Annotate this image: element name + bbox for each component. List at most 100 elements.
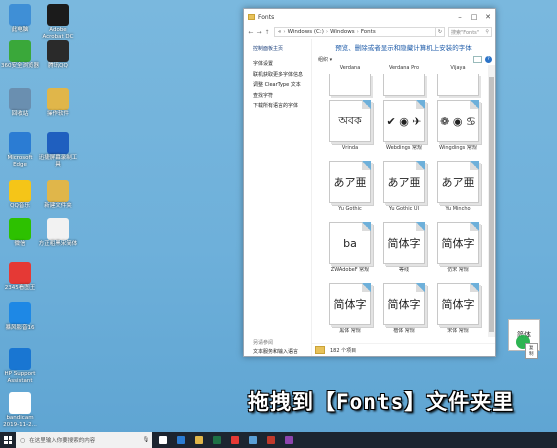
font-file-item[interactable]: 简体字 楷体 常规 bbox=[377, 283, 431, 337]
edge-icon bbox=[9, 132, 31, 154]
control-panel-home-link[interactable]: 控制面板主页 bbox=[253, 45, 311, 52]
vertical-scrollbar[interactable] bbox=[488, 65, 495, 337]
font-file-icon: 简体字 bbox=[383, 222, 425, 264]
font-file-item[interactable]: あア亜 Yu Gothic bbox=[323, 161, 377, 218]
file-explorer-icon[interactable] bbox=[192, 432, 206, 448]
maximize-button[interactable]: □ bbox=[467, 9, 481, 25]
font-file-item[interactable]: ❁ ◉ ♋ Wingdings 常规 bbox=[431, 100, 485, 157]
scrollbar-thumb[interactable] bbox=[489, 77, 494, 332]
font-name: 楷体 常规 bbox=[393, 328, 415, 334]
font-file-item[interactable]: ba ZWAdobeF 常规 bbox=[323, 222, 377, 279]
address-field[interactable]: « › Windows (C:) › Windows › Fonts bbox=[274, 27, 436, 37]
windows-logo-icon bbox=[4, 436, 12, 444]
font-sample: 简体字 bbox=[441, 298, 475, 311]
font-settings-link[interactable]: 字体设置 bbox=[253, 60, 311, 67]
font-file-icon: あア亜 bbox=[329, 161, 371, 203]
title-bar[interactable]: Fonts – □ ✕ bbox=[244, 9, 495, 25]
desktop-shortcut[interactable]: 回收站 bbox=[0, 88, 40, 118]
microphone-icon[interactable]: 🎙 bbox=[140, 437, 152, 443]
recycle-bin-icon bbox=[9, 88, 31, 110]
desktop-shortcut[interactable]: 操作软件 bbox=[38, 88, 78, 118]
folder-icon bbox=[47, 88, 69, 110]
desktop-shortcut[interactable]: 迅捷屏幕录制工具 bbox=[38, 132, 78, 169]
minimize-button[interactable]: – bbox=[453, 9, 467, 25]
desktop-shortcut[interactable]: 2345看图王 bbox=[0, 262, 40, 292]
font-file-item[interactable] bbox=[323, 74, 377, 96]
organize-menu-button[interactable]: 组织 ▾ bbox=[318, 56, 332, 63]
search-input[interactable]: 搜索"Fonts" ⚲ bbox=[448, 27, 492, 37]
refresh-icon[interactable]: ↻ bbox=[436, 27, 445, 37]
desktop-shortcut[interactable]: 方正粗黑宋简体 bbox=[38, 218, 78, 248]
font-file-icon: ba bbox=[329, 222, 371, 264]
excel-icon[interactable] bbox=[210, 432, 224, 448]
find-character-link[interactable]: 查找字符 bbox=[253, 92, 311, 99]
font-file-item[interactable] bbox=[377, 74, 431, 96]
desktop-shortcut-label: Microsoft Edge bbox=[7, 155, 33, 168]
taskbar-search-box[interactable]: ○ 在这里输入你要搜索的内容 🎙 bbox=[16, 432, 152, 448]
font-file-icon: あア亜 bbox=[437, 161, 479, 203]
desktop-shortcut[interactable]: HP Support Assistant bbox=[0, 348, 40, 385]
font-name: Yu Gothic bbox=[338, 206, 362, 212]
up-arrow-icon[interactable]: ↑ bbox=[263, 29, 271, 36]
desktop-shortcut[interactable]: 腾讯QQ bbox=[38, 40, 78, 70]
font-file-item[interactable]: ✔ ◉ ✈ Webdings 常规 bbox=[377, 100, 431, 157]
desktop-shortcut[interactable]: Adobe Acrobat DC bbox=[38, 4, 78, 41]
font-file-item[interactable] bbox=[431, 74, 485, 96]
font-label[interactable]: Verdana bbox=[323, 65, 377, 74]
font-name: 宋体 常规 bbox=[447, 328, 469, 334]
acrobat-icon bbox=[47, 4, 69, 26]
breadcrumb-fonts[interactable]: Fonts bbox=[361, 29, 376, 35]
app-icon[interactable] bbox=[264, 432, 278, 448]
font-name: Yu Mincho bbox=[445, 206, 471, 212]
font-file-item[interactable]: 简体字 仿宋 常规 bbox=[431, 222, 485, 279]
store-icon[interactable] bbox=[246, 432, 260, 448]
font-name: ZWAdobeF 常规 bbox=[330, 267, 370, 273]
status-bar: 182 个项目 bbox=[312, 343, 495, 356]
start-button[interactable] bbox=[0, 432, 16, 448]
font-sample: あア亜 bbox=[441, 176, 475, 189]
desktop-shortcut-label: 腾讯QQ bbox=[48, 63, 68, 69]
font-file-icon: অবক bbox=[329, 100, 371, 142]
app-icon[interactable] bbox=[282, 432, 296, 448]
desktop-shortcut[interactable]: bandicam 2019-11-2... bbox=[0, 392, 40, 429]
online-font-info-link[interactable]: 联机获取更多字体信息 bbox=[253, 71, 311, 78]
font-file-item[interactable]: 简体字 黑体 常规 bbox=[323, 283, 377, 337]
edge-icon[interactable] bbox=[174, 432, 188, 448]
desktop-shortcut[interactable]: 暴风影音16 bbox=[0, 302, 40, 332]
desktop-shortcut[interactable]: 新建文件夹 bbox=[38, 180, 78, 210]
font-file-item[interactable]: 简体字 宋体 常规 bbox=[431, 283, 485, 337]
desktop-shortcut-label: 此电脑 bbox=[11, 27, 29, 33]
font-name: Webdings 常规 bbox=[385, 145, 422, 151]
recorder-icon[interactable] bbox=[228, 432, 242, 448]
font-file-item[interactable]: অবক Vrinda bbox=[323, 100, 377, 157]
desktop-shortcut-label: bandicam 2019-11-2... bbox=[3, 415, 37, 428]
desktop-shortcut[interactable]: 360安全浏览器 bbox=[0, 40, 40, 70]
computer-icon bbox=[9, 4, 31, 26]
search-placeholder: 搜索"Fonts" bbox=[451, 29, 480, 36]
task-view-icon[interactable] bbox=[156, 432, 170, 448]
text-services-link[interactable]: 文本服务和输入语言 bbox=[253, 348, 298, 355]
font-sample: 简体字 bbox=[333, 298, 367, 311]
font-file-item[interactable]: 简体字 等线 bbox=[377, 222, 431, 279]
desktop-shortcut[interactable]: 微信 bbox=[0, 218, 40, 248]
folder-icon bbox=[47, 180, 69, 202]
breadcrumb-drive[interactable]: Windows (C:) bbox=[288, 29, 324, 35]
font-file-item[interactable]: あア亜 Yu Gothic UI bbox=[377, 161, 431, 218]
back-arrow-icon[interactable]: ← bbox=[247, 29, 255, 36]
download-fonts-link[interactable]: 下载所有语言的字体 bbox=[253, 102, 311, 109]
folder-icon bbox=[315, 346, 325, 354]
font-label[interactable]: Verdana Pro bbox=[377, 65, 431, 74]
font-file-item[interactable]: あア亜 Yu Mincho bbox=[431, 161, 485, 218]
close-button[interactable]: ✕ bbox=[481, 9, 495, 25]
desktop-shortcut[interactable]: QQ音乐 bbox=[0, 180, 40, 210]
help-icon[interactable]: ? bbox=[485, 55, 492, 63]
desktop-shortcut[interactable]: 此电脑 bbox=[0, 4, 40, 34]
cleartype-link[interactable]: 调整 ClearType 文本 bbox=[253, 81, 311, 88]
breadcrumb-windows[interactable]: Windows bbox=[330, 29, 355, 35]
view-options-icon[interactable] bbox=[473, 55, 482, 63]
desktop-shortcut[interactable]: Microsoft Edge bbox=[0, 132, 40, 169]
font-label[interactable]: Vijaya bbox=[431, 65, 485, 74]
forward-arrow-icon[interactable]: → bbox=[255, 29, 263, 36]
font-file-icon: ❁ ◉ ♋ bbox=[437, 100, 479, 142]
search-icon: ⚲ bbox=[485, 29, 489, 35]
